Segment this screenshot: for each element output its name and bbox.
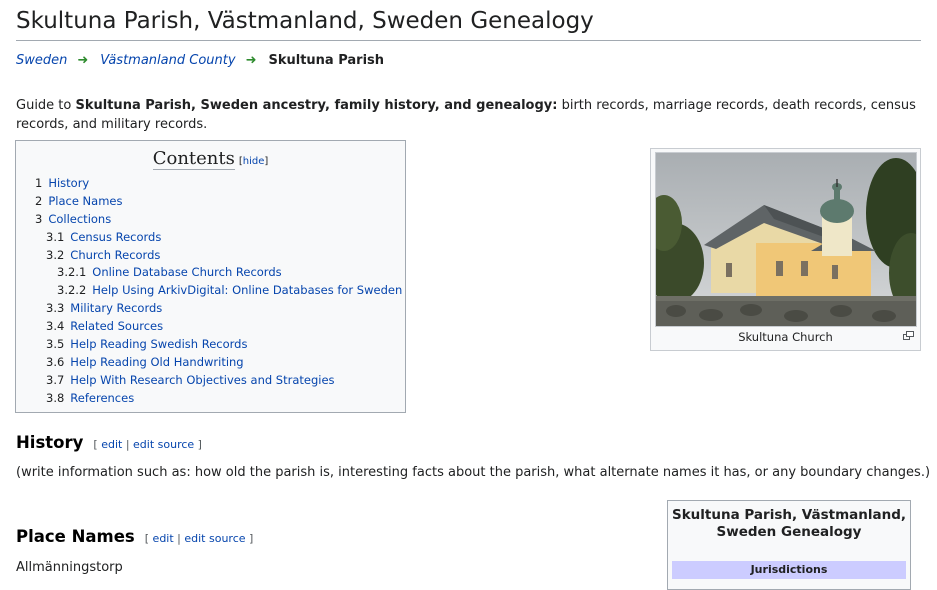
history-edit-source-link[interactable]: edit source (133, 438, 194, 451)
breadcrumb-current: Skultuna Parish (268, 53, 385, 68)
history-edit-link[interactable]: edit (101, 438, 122, 451)
place-names-heading-text: Place Names (16, 527, 135, 546)
toc-item-related-sources[interactable]: 3.4 Related Sources (16, 318, 405, 336)
toc-number: 2 (35, 193, 43, 208)
toc-item-online-database[interactable]: 3.2.1 Online Database Church Records (16, 264, 405, 282)
toc-item-references[interactable]: 3.8 References (16, 390, 405, 408)
breadcrumb: Sweden ➜ Västmanland County ➜ Skultuna Paris… (16, 53, 384, 68)
toc-number: 3.7 (46, 372, 65, 387)
toc-item-military-records[interactable]: 3.3 Military Records (16, 300, 405, 318)
toc-link[interactable]: Online Database Church Records (92, 265, 281, 279)
toc-item-help-reading-swedish[interactable]: 3.5 Help Reading Swedish Records (16, 336, 405, 354)
table-of-contents: Contents [hide] 1 History 2 Place Names 3 Co… (15, 140, 406, 413)
toc-number: 3.2 (46, 247, 65, 262)
toc-link[interactable]: References (70, 391, 134, 405)
place-names-edit-links: [ edit | edit source ] (144, 532, 254, 545)
breadcrumb-link-vastmanland[interactable]: Västmanland County (100, 53, 235, 68)
toc-link[interactable]: Military Records (70, 301, 162, 315)
toc-hide-toggle[interactable]: [hide] (239, 156, 268, 167)
church-photo-illustration (656, 153, 916, 326)
toc-number: 3.8 (46, 390, 65, 405)
intro-prefix: Guide to (16, 98, 76, 113)
toc-number: 3.6 (46, 354, 65, 369)
toc-item-arkivdigital[interactable]: 3.2.2 Help Using ArkivDigital: Online Dat… (16, 282, 405, 300)
intro-paragraph: Guide to Skultuna Parish, Sweden ancestr… (16, 96, 916, 134)
history-heading: History [ edit | edit source ] (16, 433, 202, 452)
arrow-right-icon: ➜ (245, 53, 257, 68)
toc-title: Contents (152, 148, 235, 170)
toc-item-census-records[interactable]: 3.1 Census Records (16, 229, 405, 247)
toc-number: 1 (35, 176, 43, 190)
place-name-item: Allmänningstorp (16, 560, 123, 575)
toc-item-church-records[interactable]: 3.2 Church Records (16, 247, 405, 265)
toc-number: 3.1 (46, 229, 65, 244)
toc-number: 3.2.1 (57, 265, 87, 280)
toc-number: 3.2.2 (57, 283, 87, 298)
toc-link[interactable]: History (48, 176, 89, 190)
toc-item-collections[interactable]: 3 Collections (16, 211, 405, 229)
toc-number: 3 (35, 211, 43, 226)
toc-number: 3.5 (46, 337, 65, 352)
page-title: Skultuna Parish, Västmanland, Sweden Gen… (16, 8, 921, 41)
toc-link[interactable]: Place Names (48, 194, 122, 208)
arrow-right-icon: ➜ (77, 53, 89, 68)
magnify-icon[interactable] (903, 331, 914, 340)
toc-link[interactable]: Collections (48, 212, 111, 226)
toc-link[interactable]: Church Records (70, 248, 160, 262)
toc-link[interactable]: Help Reading Swedish Records (70, 337, 247, 351)
toc-link[interactable]: Help Using ArkivDigital: Online Database… (92, 283, 402, 297)
intro-bold: Skultuna Parish, Sweden ancestry, family… (75, 98, 558, 113)
church-image[interactable] (655, 152, 917, 327)
toc-link[interactable]: Help With Research Objectives and Strate… (70, 373, 334, 387)
toc-list: 1 History 2 Place Names 3 Collections 3.1 Ce… (16, 175, 405, 408)
place-names-heading: Place Names [ edit | edit source ] (16, 527, 253, 546)
toc-number: 3.3 (46, 301, 65, 316)
infobox: Skultuna Parish, Västmanland, Sweden Gen… (667, 500, 911, 590)
toc-item-place-names[interactable]: 2 Place Names (16, 193, 405, 211)
infobox-jurisdictions-header: Jurisdictions (672, 561, 906, 579)
toc-link[interactable]: Census Records (70, 230, 161, 244)
place-names-edit-source-link[interactable]: edit source (184, 532, 245, 545)
toc-item-research-objectives[interactable]: 3.7 Help With Research Objectives and Str… (16, 372, 405, 390)
toc-link[interactable]: Help Reading Old Handwriting (70, 355, 243, 369)
infobox-title: Skultuna Parish, Västmanland, Sweden Gen… (671, 507, 907, 540)
history-heading-text: History (16, 433, 84, 452)
place-names-edit-link[interactable]: edit (153, 532, 174, 545)
toc-number: 3.4 (46, 319, 65, 334)
history-edit-links: [ edit | edit source ] (93, 438, 202, 451)
toc-item-history[interactable]: 1 History (16, 175, 405, 193)
toc-item-help-handwriting[interactable]: 3.6 Help Reading Old Handwriting (16, 354, 405, 372)
history-text: (write information such as: how old the … (16, 465, 931, 480)
breadcrumb-link-sweden[interactable]: Sweden (16, 53, 67, 68)
toc-hide-link[interactable]: hide (243, 156, 265, 167)
toc-link[interactable]: Related Sources (70, 319, 163, 333)
thumbnail-caption: Skultuna Church (738, 330, 833, 344)
thumbnail-figure: Skultuna Church (650, 148, 921, 351)
